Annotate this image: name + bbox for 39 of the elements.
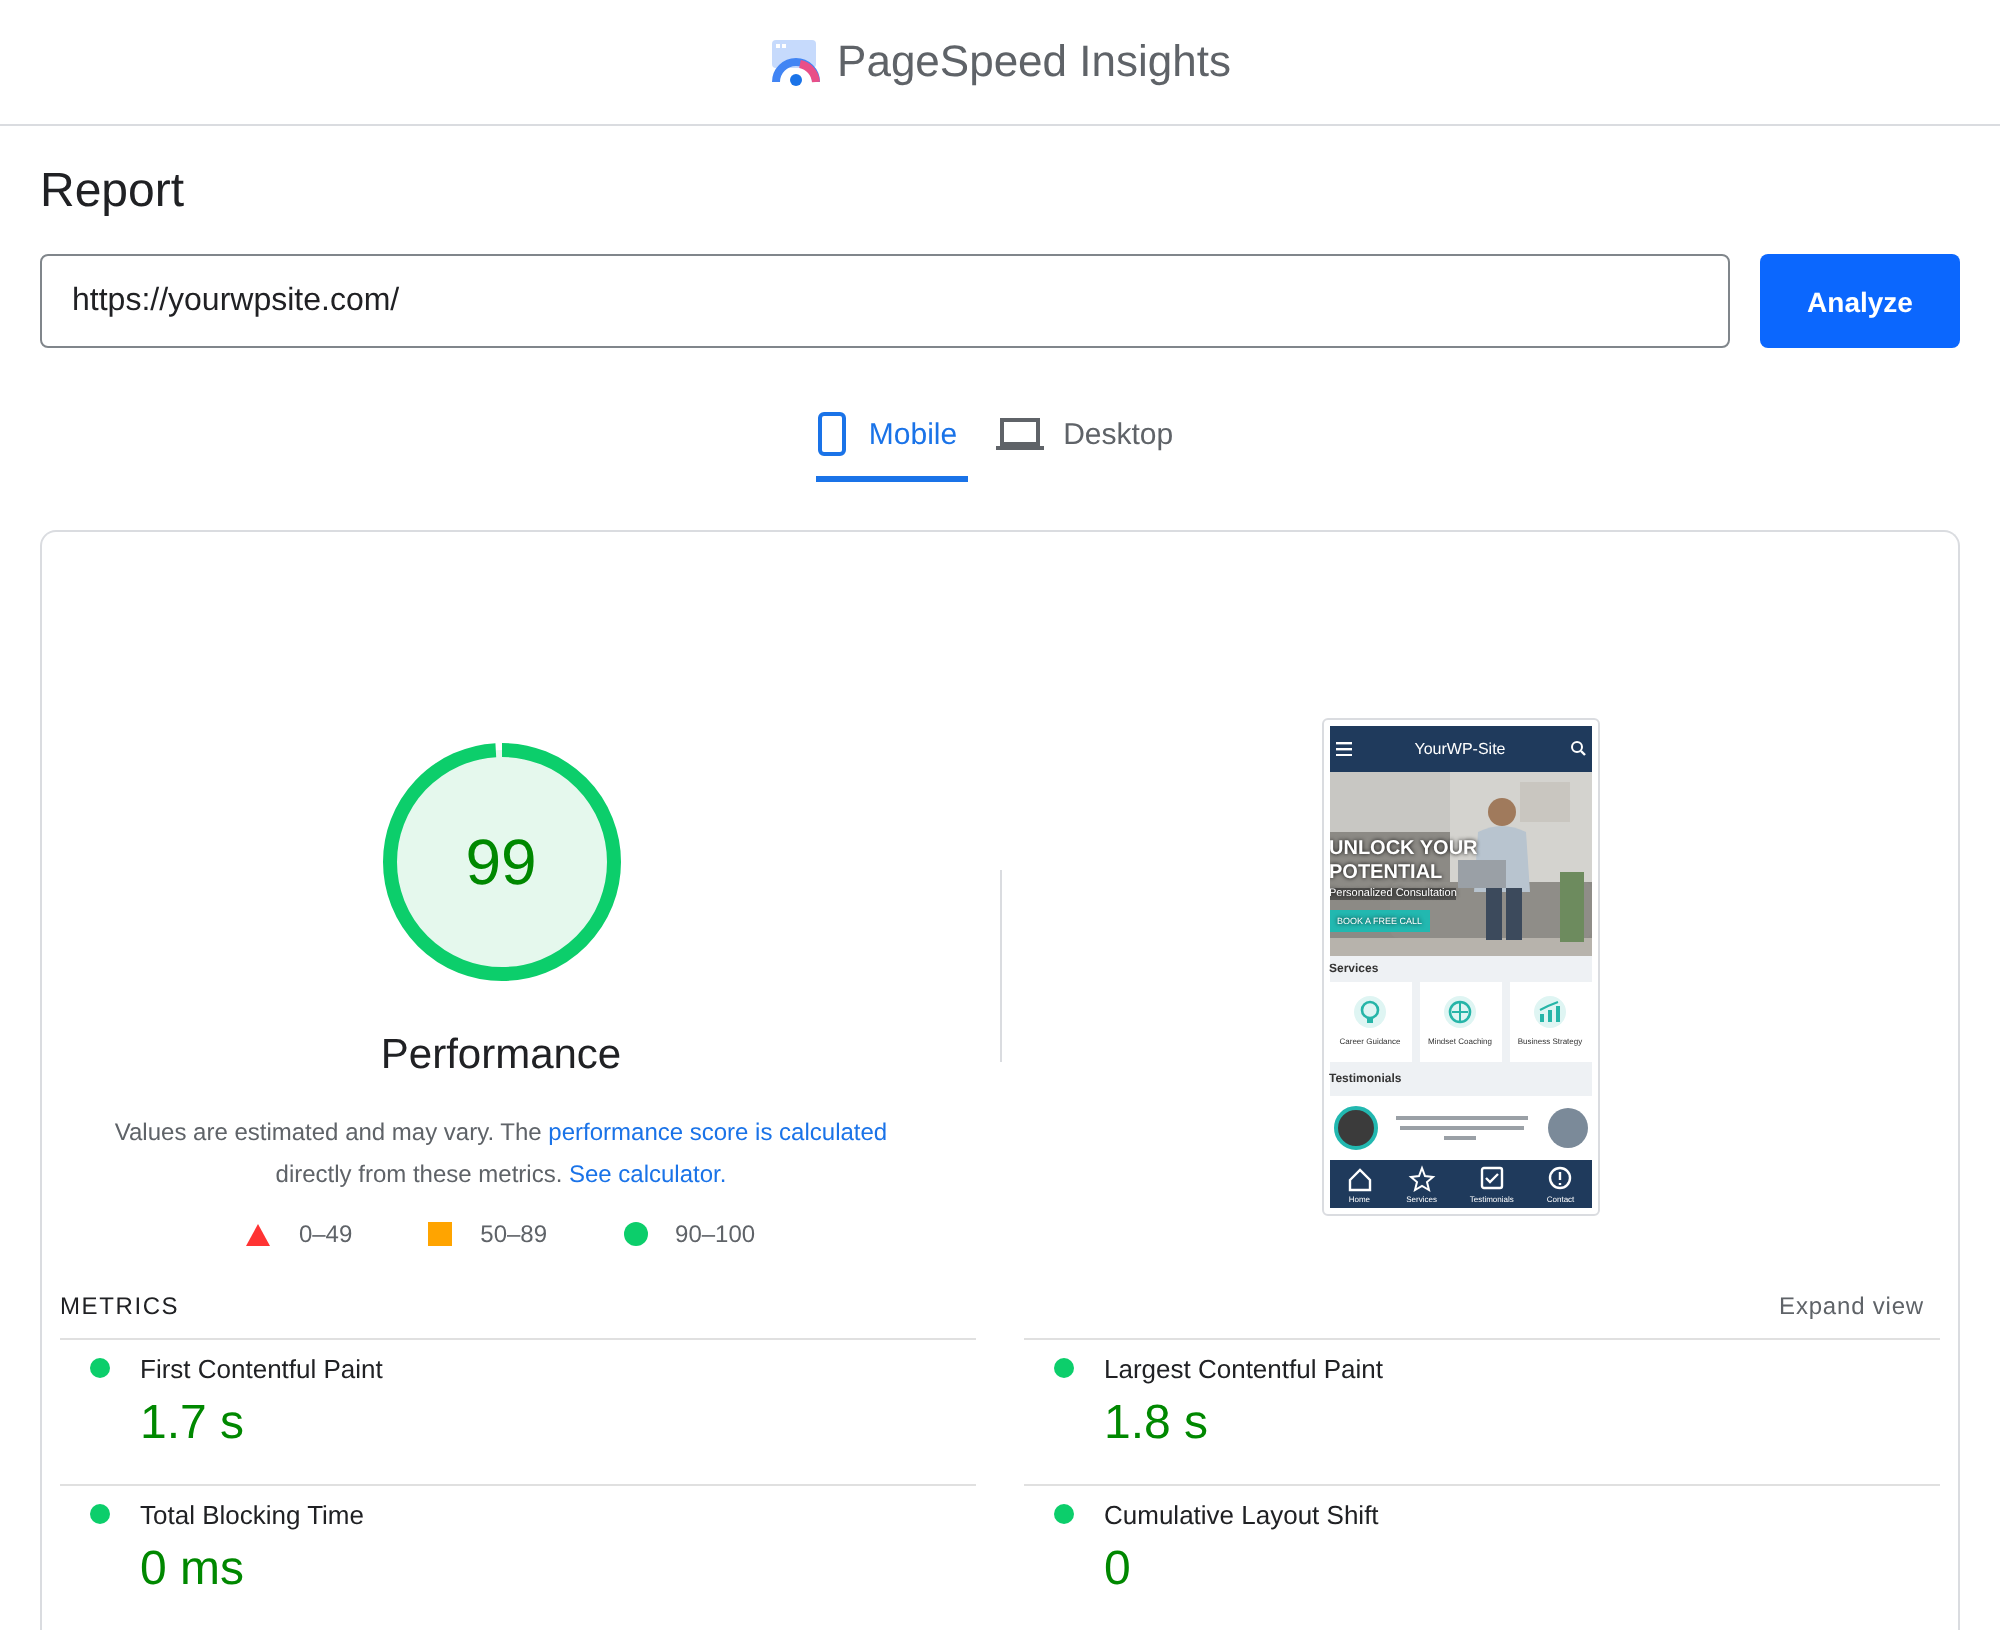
category-title: Performance xyxy=(380,1032,622,1080)
site-title: YourWP-Site xyxy=(1414,739,1506,757)
score-note: Values are estimated and may vary. The performance score is calculated directly from these metrics. See calculator. xyxy=(112,1116,890,1192)
section-heading: METRICS xyxy=(60,1291,180,1319)
legend-range: 50–89 xyxy=(480,1220,548,1248)
logo-icon xyxy=(769,38,822,86)
quote-text-drawing xyxy=(1396,1115,1528,1139)
metric-name: Largest Contentful Paint xyxy=(1104,1353,1385,1383)
menu-icon xyxy=(1335,741,1351,755)
avatar-icon xyxy=(1547,1107,1587,1147)
url-field[interactable]: https://yourwpsite.com/ xyxy=(40,254,1730,348)
metric-value: 0 xyxy=(1104,1542,1133,1598)
avatar-icon xyxy=(1333,1105,1377,1149)
analyze-button[interactable]: Analyze xyxy=(1760,254,1960,348)
calculator-link[interactable]: See calculator. xyxy=(568,1160,727,1188)
metric-name: First Contentful Paint xyxy=(140,1353,385,1383)
legend-range: 90–100 xyxy=(675,1220,756,1248)
report-heading: Report xyxy=(40,162,187,222)
metric-name: Total Blocking Time xyxy=(140,1499,366,1529)
expand-view-link[interactable]: Expand view xyxy=(1779,1291,1924,1319)
device-tab[interactable]: Desktop xyxy=(995,408,1184,482)
score-link[interactable]: performance score is calculated xyxy=(548,1118,888,1146)
app-title: PageSpeed Insights xyxy=(837,36,1231,88)
globe-icon xyxy=(1444,996,1476,1028)
device-tab[interactable]: Mobile xyxy=(816,408,968,482)
search-icon xyxy=(1569,740,1585,756)
score-value: 99 xyxy=(463,824,539,902)
metric-value: 0 ms xyxy=(140,1542,247,1598)
legend-range: 0–49 xyxy=(298,1220,353,1248)
phone-icon xyxy=(816,410,849,458)
home-icon xyxy=(1345,1163,1374,1191)
bar-chart-icon xyxy=(1534,996,1566,1028)
star-icon xyxy=(1407,1163,1436,1191)
metric-value: 1.8 s xyxy=(1104,1396,1211,1452)
metric-value: 1.7 s xyxy=(140,1396,247,1452)
laptop-icon xyxy=(995,416,1044,452)
metric-name: Cumulative Layout Shift xyxy=(1104,1499,1381,1529)
info-icon xyxy=(1546,1163,1575,1191)
checkbox-icon xyxy=(1477,1163,1506,1191)
